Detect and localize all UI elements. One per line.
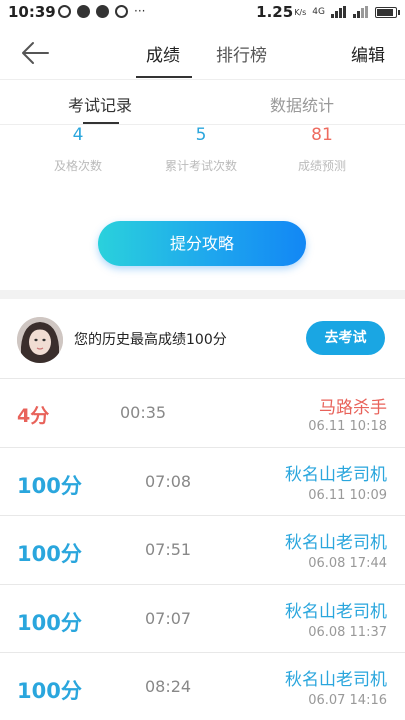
record-score: 100分 — [17, 473, 82, 498]
record-date: 06.11 10:09 — [308, 487, 387, 503]
stat-value: 5 — [195, 125, 207, 145]
stat-label: 累计考试次数 — [164, 159, 237, 173]
status-left-icons: ··· — [58, 5, 145, 18]
more-notifications-icon: ··· — [134, 4, 146, 18]
record-duration: 07:51 — [145, 540, 192, 559]
record-duration: 07:08 — [145, 471, 192, 491]
record-row[interactable]: 4分 00:35 马路杀手 06.11 10:18 — [0, 379, 405, 448]
subtab-exam-records[interactable]: 考试记录 — [68, 92, 132, 116]
record-score: 4分 — [17, 405, 50, 427]
record-title: 秋名山老司机 — [285, 670, 387, 690]
best-score-text: 您的历史最高成绩100分 — [74, 332, 227, 348]
status-right: 1.25 K/s 4G — [256, 3, 400, 21]
record-duration: 08:24 — [145, 677, 192, 696]
network-speed: 1.25 — [256, 3, 294, 21]
status-bar: 10:39 ··· 1.25 K/s 4G — [0, 0, 405, 26]
record-date: 06.08 17:44 — [308, 556, 387, 571]
message-icon — [96, 5, 109, 18]
record-score: 100分 — [17, 610, 82, 635]
record-row[interactable]: 100分 07:07 秋名山老司机 06.08 11:37 — [0, 585, 405, 653]
network-speed-unit: K/s — [294, 7, 307, 17]
record-row[interactable]: 100分 07:08 秋名山老司机 06.11 10:09 — [0, 448, 405, 516]
active-subtab-indicator — [83, 122, 119, 124]
active-tab-indicator — [136, 76, 192, 78]
back-arrow-icon[interactable] — [20, 40, 50, 66]
stat-label: 及格次数 — [53, 159, 102, 173]
stat-pass-count: 4 及格次数 — [18, 125, 138, 174]
record-duration: 07:07 — [145, 608, 192, 628]
top-nav: 成绩 排行榜 编辑 — [0, 26, 405, 80]
record-date: 06.07 14:16 — [308, 693, 387, 708]
record-score: 100分 — [17, 542, 82, 566]
sync-icon — [115, 5, 128, 18]
stat-score-prediction: 81 成绩预测 — [262, 125, 382, 174]
battery-icon — [375, 6, 400, 18]
signal-2-icon — [353, 6, 368, 18]
stats-panel: 4 及格次数 5 累计考试次数 81 成绩预测 — [0, 125, 405, 185]
stat-label: 成绩预测 — [297, 159, 346, 173]
stat-value: 4 — [72, 125, 84, 145]
signal-icon — [331, 6, 346, 18]
network-type: 4G — [312, 7, 325, 17]
record-date: 06.08 11:37 — [308, 624, 387, 640]
take-exam-button[interactable]: 去考试 — [306, 321, 385, 355]
tab-scores[interactable]: 成绩 — [146, 41, 180, 66]
record-title: 秋名山老司机 — [285, 601, 387, 622]
avatar[interactable] — [17, 317, 63, 363]
record-score: 100分 — [17, 679, 82, 703]
subtab-data-stats[interactable]: 数据统计 — [270, 92, 334, 116]
avatar-photo-icon — [17, 317, 63, 363]
sub-tabs: 考试记录 数据统计 — [0, 81, 405, 125]
record-title: 秋名山老司机 — [285, 533, 387, 553]
notification-icon — [58, 5, 71, 18]
edit-button[interactable]: 编辑 — [351, 41, 385, 66]
stat-total-exams: 5 累计考试次数 — [141, 125, 261, 174]
score-strategy-button[interactable]: 提分攻略 — [98, 221, 306, 266]
best-score-row: 您的历史最高成绩100分 去考试 — [0, 299, 405, 379]
record-title: 马路杀手 — [319, 398, 387, 418]
wechat-icon — [77, 5, 90, 18]
stat-value: 81 — [311, 125, 333, 145]
record-row[interactable]: 100分 08:24 秋名山老司机 06.07 14:16 — [0, 653, 405, 720]
record-duration: 00:35 — [120, 403, 167, 422]
section-divider — [0, 290, 405, 299]
record-date: 06.11 10:18 — [308, 419, 387, 434]
record-title: 秋名山老司机 — [285, 464, 387, 485]
status-time: 10:39 — [8, 3, 56, 21]
tab-leaderboard[interactable]: 排行榜 — [216, 41, 267, 66]
exam-records-list: 4分 00:35 马路杀手 06.11 10:18 100分 07:08 秋名山… — [0, 379, 405, 720]
record-row[interactable]: 100分 07:51 秋名山老司机 06.08 17:44 — [0, 516, 405, 585]
